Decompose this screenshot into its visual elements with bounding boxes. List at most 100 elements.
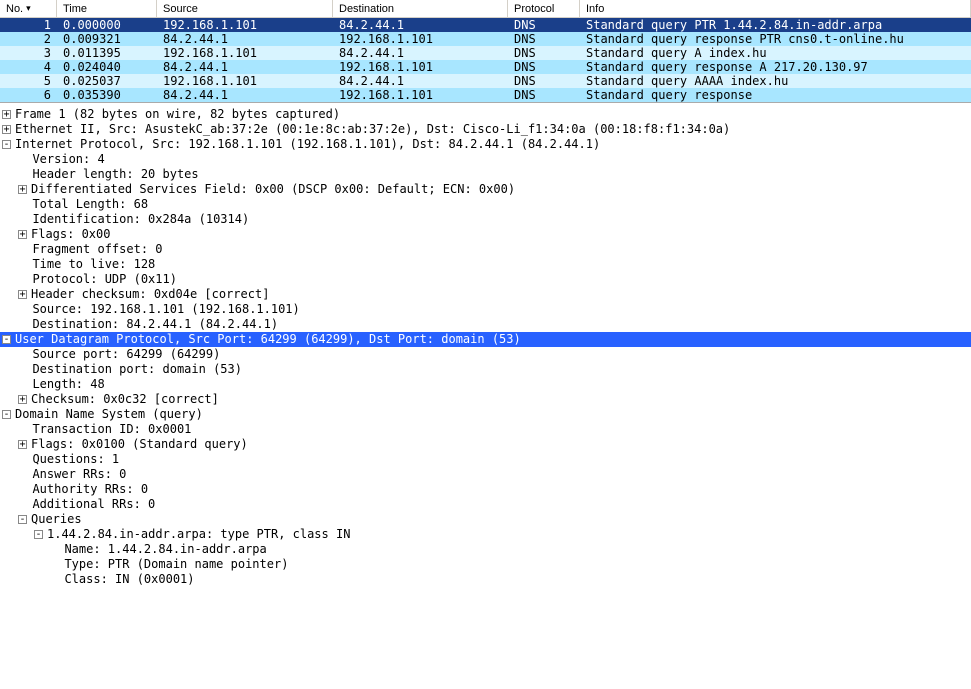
detail-text: Destination: 84.2.44.1 (84.2.44.1): [18, 317, 278, 332]
collapse-icon[interactable]: -: [2, 335, 11, 344]
detail-tree-line[interactable]: Questions: 1: [0, 452, 971, 467]
expand-icon[interactable]: +: [18, 395, 27, 404]
detail-tree-line[interactable]: +Checksum: 0x0c32 [correct]: [0, 392, 971, 407]
packet-cell: 84.2.44.1: [333, 18, 508, 32]
detail-text: User Datagram Protocol, Src Port: 64299 …: [15, 332, 521, 347]
detail-tree-line[interactable]: Protocol: UDP (0x11): [0, 272, 971, 287]
detail-tree-line[interactable]: -Internet Protocol, Src: 192.168.1.101 (…: [0, 137, 971, 152]
packet-cell: Standard query PTR 1.44.2.84.in-addr.arp…: [580, 18, 971, 32]
detail-tree-line[interactable]: -User Datagram Protocol, Src Port: 64299…: [0, 332, 971, 347]
detail-text: Identification: 0x284a (10314): [18, 212, 249, 227]
detail-tree-line[interactable]: -Domain Name System (query): [0, 407, 971, 422]
packet-cell: 4: [0, 60, 57, 74]
detail-tree-line[interactable]: Destination port: domain (53): [0, 362, 971, 377]
packet-cell: 6: [0, 88, 57, 102]
detail-text: Protocol: UDP (0x11): [18, 272, 177, 287]
collapse-icon[interactable]: -: [34, 530, 43, 539]
detail-tree-line[interactable]: Total Length: 68: [0, 197, 971, 212]
detail-text: Frame 1 (82 bytes on wire, 82 bytes capt…: [15, 107, 340, 122]
column-header-no[interactable]: No. ▾: [0, 0, 57, 17]
detail-tree-line[interactable]: -1.44.2.84.in-addr.arpa: type PTR, class…: [0, 527, 971, 542]
detail-text: Ethernet II, Src: AsustekC_ab:37:2e (00:…: [15, 122, 730, 137]
detail-tree-line[interactable]: Destination: 84.2.44.1 (84.2.44.1): [0, 317, 971, 332]
packet-cell: Standard query response PTR cns0.t-onlin…: [580, 32, 971, 46]
detail-tree-line[interactable]: Answer RRs: 0: [0, 467, 971, 482]
column-header-destination[interactable]: Destination: [333, 0, 508, 17]
column-header-time[interactable]: Time: [57, 0, 157, 17]
packet-details-pane: + Frame 1 (82 bytes on wire, 82 bytes cap…: [0, 103, 971, 587]
column-header-info[interactable]: Info: [580, 0, 971, 17]
detail-tree-line[interactable]: Source port: 64299 (64299): [0, 347, 971, 362]
packet-cell: 5: [0, 74, 57, 88]
column-header-source[interactable]: Source: [157, 0, 333, 17]
packet-cell: 192.168.1.101: [333, 60, 508, 74]
packet-cell: DNS: [508, 74, 580, 88]
expand-icon[interactable]: +: [18, 230, 27, 239]
expand-icon[interactable]: +: [18, 185, 27, 194]
packet-cell: 192.168.1.101: [157, 18, 333, 32]
packet-cell: 84.2.44.1: [157, 32, 333, 46]
detail-text: Source: 192.168.1.101 (192.168.1.101): [18, 302, 300, 317]
detail-text: Header checksum: 0xd04e [correct]: [31, 287, 269, 302]
column-header-protocol[interactable]: Protocol: [508, 0, 580, 17]
detail-tree-line[interactable]: Identification: 0x284a (10314): [0, 212, 971, 227]
detail-text: Flags: 0x0100 (Standard query): [31, 437, 248, 452]
packet-cell: Standard query AAAA index.hu: [580, 74, 971, 88]
detail-text: Time to live: 128: [18, 257, 155, 272]
packet-cell: Standard query response A 217.20.130.97: [580, 60, 971, 74]
expand-icon[interactable]: +: [18, 440, 27, 449]
packet-row[interactable]: 30.011395192.168.1.10184.2.44.1DNSStanda…: [0, 46, 971, 60]
collapse-icon[interactable]: -: [18, 515, 27, 524]
packet-cell: 0.009321: [57, 32, 157, 46]
detail-tree-line[interactable]: Additional RRs: 0: [0, 497, 971, 512]
detail-tree-line[interactable]: + Header checksum: 0xd04e [correct]: [0, 287, 971, 302]
collapse-icon[interactable]: -: [2, 410, 11, 419]
detail-text: Total Length: 68: [18, 197, 148, 212]
detail-tree-line[interactable]: Version: 4: [0, 152, 971, 167]
detail-tree-line[interactable]: + Flags: 0x00: [0, 227, 971, 242]
detail-text: Flags: 0x00: [31, 227, 110, 242]
detail-tree-line[interactable]: Fragment offset: 0: [0, 242, 971, 257]
packet-cell: 0.035390: [57, 88, 157, 102]
detail-tree-line[interactable]: Class: IN (0x0001): [0, 572, 971, 587]
packet-cell: 192.168.1.101: [333, 88, 508, 102]
packet-cell: 84.2.44.1: [333, 46, 508, 60]
detail-text: Queries: [31, 512, 82, 527]
packet-cell: 84.2.44.1: [333, 74, 508, 88]
packet-row[interactable]: 10.000000192.168.1.10184.2.44.1DNSStanda…: [0, 18, 971, 32]
detail-text: Version: 4: [18, 152, 105, 167]
packet-row[interactable]: 60.03539084.2.44.1192.168.1.101DNSStanda…: [0, 88, 971, 102]
detail-tree-line[interactable]: Header length: 20 bytes: [0, 167, 971, 182]
packet-row[interactable]: 50.025037192.168.1.10184.2.44.1DNSStanda…: [0, 74, 971, 88]
detail-tree-line[interactable]: + Flags: 0x0100 (Standard query): [0, 437, 971, 452]
detail-tree-line[interactable]: Length: 48: [0, 377, 971, 392]
detail-tree-line[interactable]: +Differentiated Services Field: 0x00 (DS…: [0, 182, 971, 197]
collapse-icon[interactable]: -: [2, 140, 11, 149]
expand-icon[interactable]: +: [2, 125, 11, 134]
packet-list-pane: No. ▾ Time Source Destination Protocol I…: [0, 0, 971, 103]
packet-cell: 0.025037: [57, 74, 157, 88]
detail-text: Length: 48: [18, 377, 105, 392]
expand-icon[interactable]: +: [2, 110, 11, 119]
detail-tree-line[interactable]: Authority RRs: 0: [0, 482, 971, 497]
detail-tree-line[interactable]: -Queries: [0, 512, 971, 527]
packet-cell: DNS: [508, 46, 580, 60]
detail-tree-line[interactable]: Type: PTR (Domain name pointer): [0, 557, 971, 572]
detail-tree-line[interactable]: Name: 1.44.2.84.in-addr.arpa: [0, 542, 971, 557]
packet-row[interactable]: 20.00932184.2.44.1192.168.1.101DNSStanda…: [0, 32, 971, 46]
detail-tree-line[interactable]: + Frame 1 (82 bytes on wire, 82 bytes cap…: [0, 107, 971, 122]
packet-cell: DNS: [508, 88, 580, 102]
detail-text: Fragment offset: 0: [18, 242, 163, 257]
detail-tree-line[interactable]: Source: 192.168.1.101 (192.168.1.101): [0, 302, 971, 317]
detail-text: Source port: 64299 (64299): [18, 347, 220, 362]
detail-tree-line[interactable]: Time to live: 128: [0, 257, 971, 272]
packet-cell: 192.168.1.101: [157, 46, 333, 60]
detail-tree-line[interactable]: Transaction ID: 0x0001: [0, 422, 971, 437]
detail-text: Additional RRs: 0: [18, 497, 155, 512]
packet-cell: DNS: [508, 18, 580, 32]
detail-text: Type: PTR (Domain name pointer): [50, 557, 288, 572]
detail-tree-line[interactable]: + Ethernet II, Src: AsustekC_ab:37:2e (00…: [0, 122, 971, 137]
packet-row[interactable]: 40.02404084.2.44.1192.168.1.101DNSStanda…: [0, 60, 971, 74]
packet-cell: 0.024040: [57, 60, 157, 74]
expand-icon[interactable]: +: [18, 290, 27, 299]
